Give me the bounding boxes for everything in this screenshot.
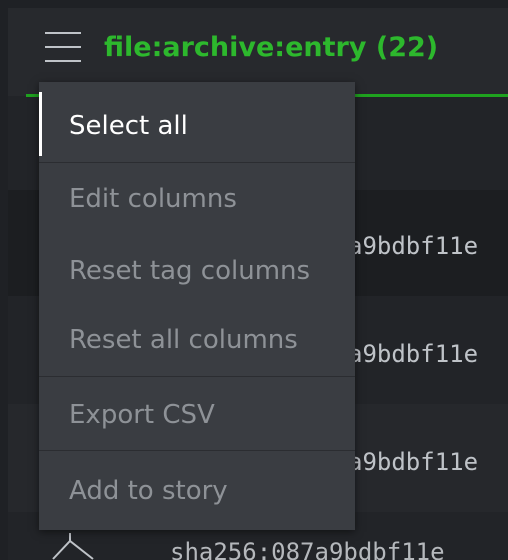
- page-title: file:archive:entry (22): [104, 32, 439, 63]
- menu-item-label: Reset tag columns: [69, 256, 311, 286]
- menu-item-label: Reset all columns: [69, 325, 298, 355]
- menu-item-select-all[interactable]: Select all: [39, 90, 355, 162]
- menu-item-add-to-story[interactable]: Add to story: [39, 455, 355, 527]
- actions-menu: Select all Edit columns Reset tag column…: [39, 82, 355, 530]
- row-hash: a9bdbf11e: [348, 448, 479, 476]
- menu-item-label: Select all: [69, 111, 188, 141]
- graph-node-icon[interactable]: [48, 531, 98, 560]
- menu-item-label: Export CSV: [69, 400, 215, 430]
- divider: [39, 450, 355, 451]
- row-hash: sha256:087a9bdbf11e: [170, 538, 445, 560]
- row-hash: a9bdbf11e: [348, 340, 479, 368]
- menu-item-export-csv[interactable]: Export CSV: [39, 379, 355, 451]
- divider: [39, 376, 355, 377]
- active-indicator: [39, 92, 42, 156]
- menu-item-reset-all-columns[interactable]: Reset all columns: [39, 304, 355, 376]
- menu-item-label: Edit columns: [69, 184, 237, 214]
- menu-item-label: Add to story: [69, 476, 228, 506]
- menu-item-edit-columns[interactable]: Edit columns: [39, 163, 355, 235]
- menu-item-reset-tag-columns[interactable]: Reset tag columns: [39, 235, 355, 307]
- row-hash: a9bdbf11e: [348, 232, 479, 260]
- hamburger-icon[interactable]: [45, 32, 81, 62]
